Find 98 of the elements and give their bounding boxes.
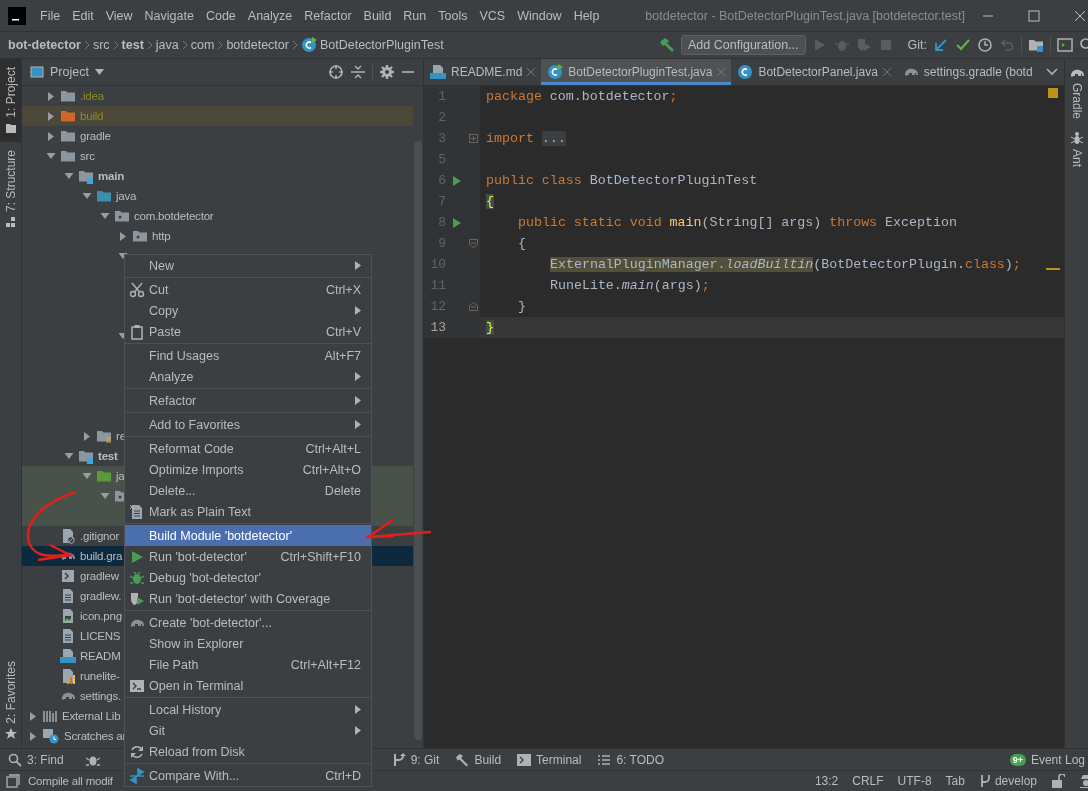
indent-setting[interactable]: Tab bbox=[945, 774, 965, 788]
tool-window-button[interactable]: 9: Git bbox=[383, 752, 448, 767]
tool-window-tab[interactable]: Gradle bbox=[1065, 59, 1088, 126]
tree-item[interactable]: settings. bbox=[80, 690, 122, 702]
menu-item[interactable]: Edit bbox=[66, 8, 100, 23]
menu-item[interactable]: Show in Explorer bbox=[125, 633, 371, 654]
editor-tab[interactable]: BotDetectorPluginTest.java bbox=[541, 59, 732, 85]
tree-item[interactable]: src bbox=[80, 150, 95, 162]
tool-window-tab[interactable]: Ant bbox=[1065, 125, 1088, 174]
tree-item[interactable]: test bbox=[98, 450, 118, 462]
tool-window-button[interactable]: 6: TODO bbox=[589, 752, 672, 767]
menu-item[interactable]: New bbox=[125, 255, 371, 276]
breadcrumb[interactable]: com bbox=[190, 38, 215, 52]
menu-item[interactable]: Debug 'bot-detector' bbox=[125, 567, 371, 588]
line-number: 13 bbox=[429, 320, 446, 335]
menu-item[interactable]: Run 'bot-detector' with Coverage bbox=[125, 588, 371, 609]
code-line: package com.botdetector; bbox=[485, 89, 678, 104]
menu-item[interactable]: Optimize Imports Ctrl+Alt+O bbox=[125, 459, 371, 480]
menu-item[interactable]: Git bbox=[125, 720, 371, 741]
menu-item[interactable]: Run bbox=[397, 8, 433, 23]
caret-position[interactable]: 13:2 bbox=[814, 774, 839, 788]
menu-item[interactable]: Tools bbox=[432, 8, 474, 23]
menu-item[interactable]: Add to Favorites bbox=[125, 414, 371, 435]
menu-item[interactable]: Run 'bot-detector' Ctrl+Shift+F10 bbox=[125, 546, 371, 567]
menu-item[interactable]: Analyze bbox=[125, 366, 371, 387]
menu-item[interactable]: Mark as Plain Text bbox=[125, 501, 371, 522]
tree-item[interactable]: gradle bbox=[80, 130, 111, 142]
editor-tab[interactable]: README.md bbox=[424, 59, 542, 85]
menu-item[interactable]: File bbox=[34, 8, 67, 23]
breadcrumb[interactable]: test bbox=[121, 38, 144, 52]
tool-window-tab[interactable]: 7: Structure bbox=[0, 141, 21, 236]
notification-badge: 9+ bbox=[1009, 753, 1026, 766]
git-label: Git: bbox=[907, 38, 927, 52]
tree-item[interactable]: build.gra bbox=[80, 550, 123, 562]
file-encoding[interactable]: UTF-8 bbox=[897, 774, 932, 788]
tool-window-button[interactable]: Build bbox=[447, 752, 510, 767]
breadcrumb[interactable]: BotDetectorPluginTest bbox=[319, 38, 444, 52]
tree-item[interactable]: icon.png bbox=[80, 610, 122, 622]
editor-tab[interactable]: BotDetectorPanel.java bbox=[731, 59, 897, 85]
menu-item[interactable]: Reformat Code Ctrl+Alt+L bbox=[125, 438, 371, 459]
breadcrumb[interactable]: botdetector bbox=[226, 38, 289, 52]
breadcrumb[interactable]: src bbox=[92, 38, 110, 52]
menu-item[interactable]: Code bbox=[199, 8, 242, 23]
tree-item[interactable]: gradlew bbox=[80, 570, 119, 582]
menu-item[interactable]: Build Module 'botdetector' bbox=[125, 525, 371, 546]
tree-item[interactable]: gradlew. bbox=[80, 590, 122, 602]
code-line: } bbox=[517, 299, 526, 314]
tree-item[interactable]: http bbox=[152, 230, 171, 242]
tree-item[interactable]: READM bbox=[80, 650, 121, 662]
menu-item[interactable]: Create 'bot-detector'... bbox=[125, 612, 371, 633]
menu-item[interactable]: Window bbox=[511, 8, 568, 23]
code-line: RuneLite.main(args); bbox=[549, 278, 710, 293]
editor-tab[interactable]: settings.gradle (botd bbox=[896, 59, 1039, 85]
tree-item[interactable]: External Lib bbox=[62, 710, 121, 722]
tool-window-tab[interactable]: 2: Favorites bbox=[0, 653, 21, 748]
tree-item[interactable]: LICENS bbox=[80, 630, 121, 642]
menu-item[interactable]: Reload from Disk bbox=[125, 741, 371, 762]
menu-item[interactable]: File Path Ctrl+Alt+F12 bbox=[125, 654, 371, 675]
event-log-button[interactable]: 9+ Event Log bbox=[1001, 752, 1088, 767]
line-separator[interactable]: CRLF bbox=[852, 774, 884, 788]
tool-window-tab[interactable]: 1: Project bbox=[0, 59, 21, 142]
tree-item[interactable]: main bbox=[98, 170, 125, 182]
menu-item[interactable]: Open in Terminal bbox=[125, 675, 371, 696]
tree-item[interactable]: java bbox=[116, 190, 137, 202]
code-line: import ... bbox=[485, 131, 566, 146]
tree-item[interactable]: .idea bbox=[80, 90, 104, 102]
menu-item[interactable]: Analyze bbox=[241, 8, 299, 23]
code-line: public static void main(String[] args) throws Exception bbox=[517, 215, 957, 230]
status-message: Compile all modif bbox=[28, 775, 113, 787]
menu-item[interactable]: Find Usages Alt+F7 bbox=[125, 345, 371, 366]
menu-item[interactable]: Paste Ctrl+V bbox=[125, 321, 371, 342]
run-configuration-button[interactable]: Add Configuration... bbox=[681, 35, 806, 55]
menu-item[interactable]: Cut Ctrl+X bbox=[125, 279, 371, 300]
tree-item[interactable]: ja bbox=[116, 470, 125, 482]
menu-item[interactable]: Compare With... Ctrl+D bbox=[125, 765, 371, 786]
tree-item[interactable]: .gitignor bbox=[80, 530, 120, 542]
code-line: { bbox=[517, 236, 526, 251]
window-title: botdetector - BotDetectorPluginTest.java [botdetector.test] bbox=[644, 8, 965, 23]
code-line: ExternalPluginManager.loadBuiltin(BotDetectorPlugin.class); bbox=[549, 257, 1021, 272]
tool-window-button[interactable]: Terminal bbox=[509, 752, 590, 767]
panel-title[interactable]: Project bbox=[50, 65, 89, 79]
menu-item[interactable]: Navigate bbox=[138, 8, 200, 23]
code-line: public class BotDetectorPluginTest bbox=[485, 173, 758, 188]
tool-window-button[interactable]: 3: Find bbox=[0, 752, 72, 767]
menu-item[interactable]: Build bbox=[357, 8, 398, 23]
menu-item[interactable]: Refactor bbox=[125, 390, 371, 411]
git-branch[interactable]: develop bbox=[994, 774, 1037, 788]
menu-item[interactable]: Delete... Delete bbox=[125, 480, 371, 501]
menu-item[interactable]: View bbox=[99, 8, 139, 23]
breadcrumb[interactable]: bot-detector bbox=[8, 38, 81, 52]
menu-item[interactable]: Copy bbox=[125, 300, 371, 321]
menu-item[interactable]: Refactor bbox=[298, 8, 358, 23]
breadcrumb[interactable]: java bbox=[155, 38, 179, 52]
menu-item[interactable]: Local History bbox=[125, 699, 371, 720]
menu-item[interactable]: VCS bbox=[473, 8, 512, 23]
tree-item[interactable]: runelite- bbox=[80, 670, 120, 682]
tree-item[interactable]: com.botdetector bbox=[134, 210, 214, 222]
menu-item[interactable]: Help bbox=[567, 8, 606, 23]
